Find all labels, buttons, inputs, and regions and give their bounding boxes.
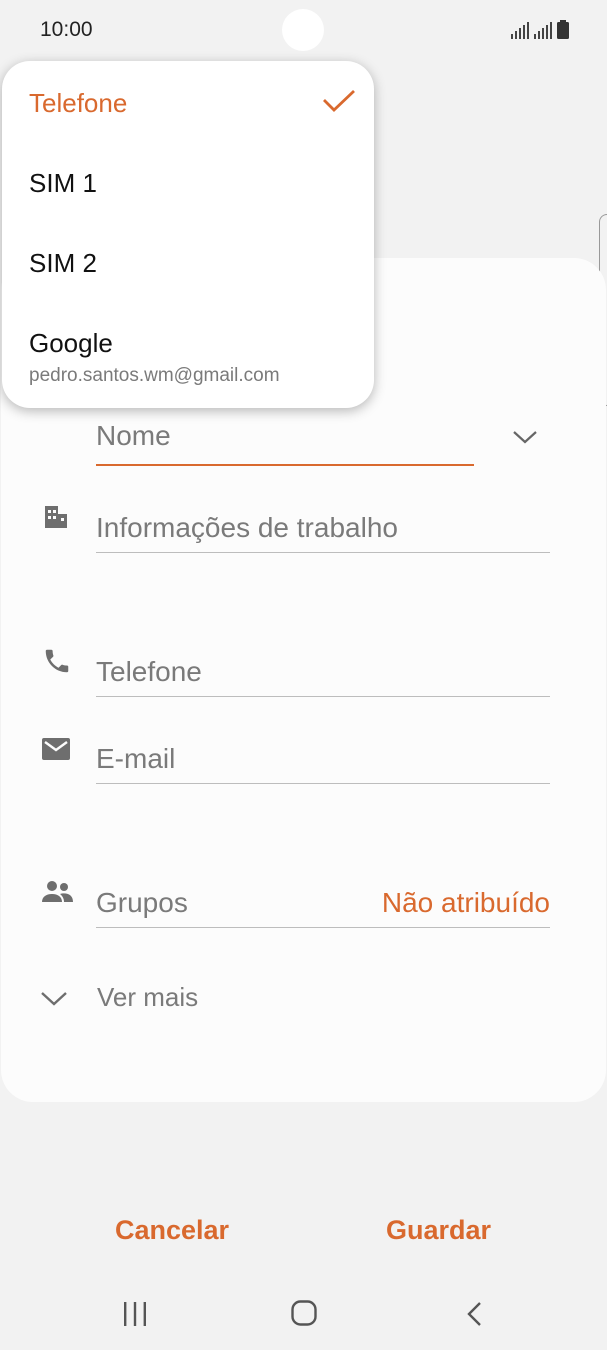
storage-location-dropdown: Telefone SIM 1 SIM 2 Google pedro.santos…: [2, 61, 374, 408]
dropdown-item-phone[interactable]: Telefone: [29, 88, 127, 119]
phone-field[interactable]: Telefone: [96, 646, 550, 697]
groups-value: Não atribuído: [381, 887, 550, 918]
dropdown-item-sim2[interactable]: SIM 2: [29, 248, 97, 279]
status-time: 10:00: [40, 18, 93, 41]
work-info-field[interactable]: Informações de trabalho: [96, 502, 550, 553]
chevron-down-icon[interactable]: [512, 428, 538, 446]
name-placeholder: Nome: [96, 420, 171, 451]
dropdown-item-google[interactable]: Google: [29, 328, 113, 359]
status-icons: [511, 20, 569, 39]
save-button[interactable]: Guardar: [386, 1215, 491, 1246]
building-icon: [45, 506, 67, 528]
back-icon[interactable]: [465, 1301, 483, 1327]
google-account-email: pedro.santos.wm@gmail.com: [29, 365, 280, 386]
email-field[interactable]: E-mail: [96, 733, 550, 784]
chevron-down-icon: [41, 992, 67, 1006]
home-icon[interactable]: [291, 1300, 317, 1326]
dropdown-item-sim1[interactable]: SIM 1: [29, 168, 97, 199]
front-camera: [282, 9, 324, 51]
signal-sim1-icon: [511, 22, 529, 39]
see-more-label: Ver mais: [97, 982, 199, 1012]
cancel-button[interactable]: Cancelar: [115, 1215, 229, 1246]
email-placeholder: E-mail: [96, 743, 176, 774]
groups-field[interactable]: Grupos Não atribuído: [96, 877, 550, 928]
groups-icon: [42, 881, 73, 902]
see-more-button[interactable]: Ver mais: [40, 978, 198, 1018]
signal-sim2-icon: [534, 22, 552, 39]
email-icon: [42, 738, 70, 760]
bottom-actions: Cancelar Guardar: [0, 1205, 607, 1260]
name-field[interactable]: Nome: [96, 410, 474, 466]
phone-placeholder: Telefone: [96, 656, 202, 687]
status-bar: 10:00: [0, 0, 607, 62]
navigation-bar: [0, 1280, 607, 1350]
work-info-placeholder: Informações de trabalho: [96, 512, 398, 543]
phone-icon: [45, 649, 69, 673]
groups-label: Grupos: [96, 887, 188, 918]
recent-apps-icon[interactable]: [122, 1302, 148, 1326]
check-icon: [323, 89, 355, 112]
battery-icon: [557, 20, 569, 39]
